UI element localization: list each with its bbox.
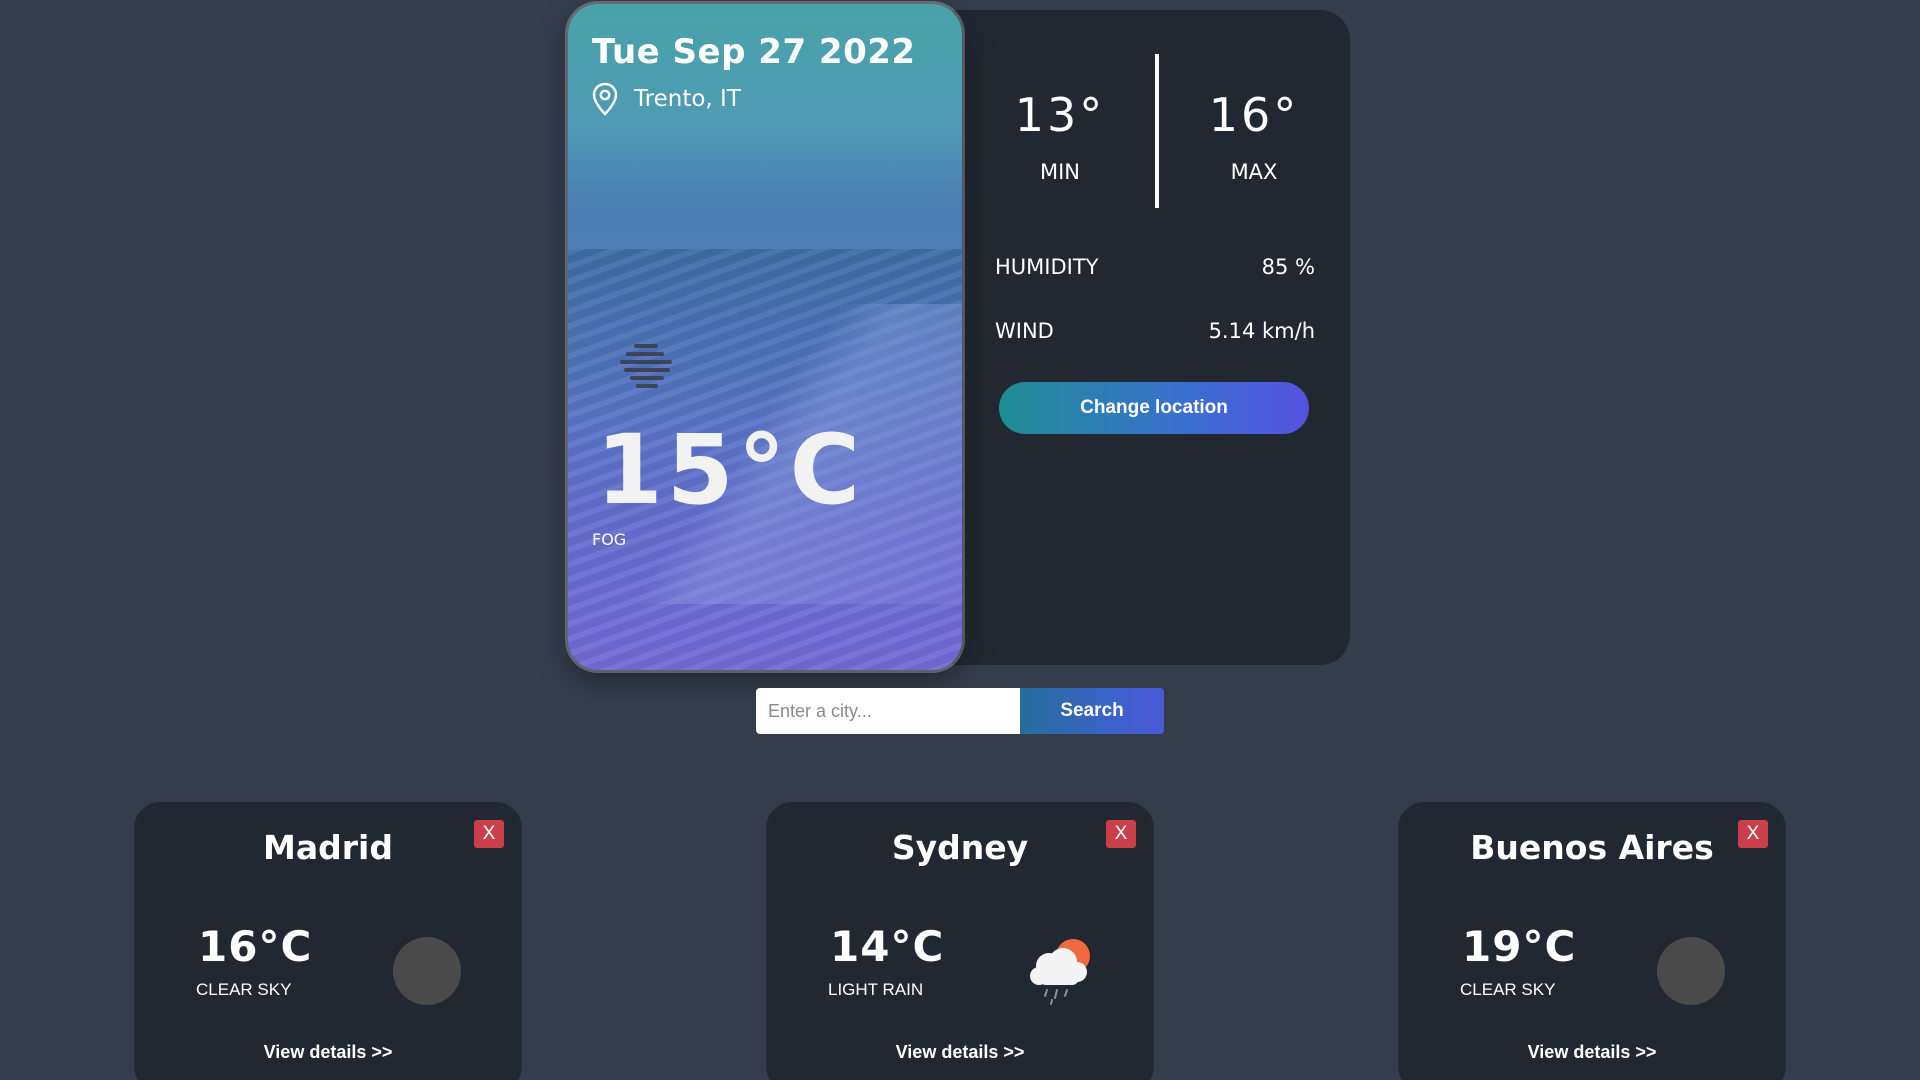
- change-location-button[interactable]: Change location: [999, 382, 1309, 434]
- city-card-buenos-aires: Buenos Aires X 19°C CLEAR SKY View detai…: [1398, 802, 1786, 1080]
- wind-value: 5.14 km/h: [1208, 319, 1315, 343]
- light-rain-icon: [1030, 939, 1090, 1005]
- view-details-link[interactable]: View details >>: [766, 1042, 1154, 1063]
- current-weather-card: Tue Sep 27 2022 Trento, IT 15°C FOG: [568, 4, 962, 670]
- remove-city-button[interactable]: X: [1738, 820, 1768, 848]
- weather-app: Tue Sep 27 2022 Trento, IT 15°C FOG 13° …: [0, 0, 1920, 1080]
- city-name: Sydney: [891, 828, 1029, 867]
- city-name: Buenos Aires: [1470, 828, 1714, 867]
- location-label: Trento, IT: [634, 86, 741, 112]
- max-temperature-value: 16°: [1208, 88, 1300, 142]
- city-temperature: 16°C: [198, 922, 313, 971]
- humidity-value: 85 %: [1261, 255, 1315, 279]
- city-search-input[interactable]: [756, 688, 1020, 734]
- clear-sky-icon: [1657, 937, 1725, 1005]
- search-bar: Search: [756, 688, 1164, 734]
- city-temperature: 19°C: [1462, 922, 1577, 971]
- humidity-label: HUMIDITY: [995, 255, 1099, 279]
- location-pin-icon: [592, 82, 618, 116]
- city-description: CLEAR SKY: [1460, 980, 1556, 999]
- city-description: CLEAR SKY: [196, 980, 292, 999]
- current-description: FOG: [592, 530, 627, 549]
- min-temperature-label: MIN: [1039, 160, 1081, 184]
- humidity-row: HUMIDITY 85 %: [995, 255, 1315, 279]
- search-button[interactable]: Search: [1020, 688, 1164, 734]
- remove-city-button[interactable]: X: [1106, 820, 1136, 848]
- view-details-link[interactable]: View details >>: [134, 1042, 522, 1063]
- city-description: LIGHT RAIN: [828, 980, 924, 999]
- wind-row: WIND 5.14 km/h: [995, 319, 1315, 343]
- min-temperature-value: 13°: [1014, 88, 1106, 142]
- view-details-link[interactable]: View details >>: [1398, 1042, 1786, 1063]
- city-card-madrid: Madrid X 16°C CLEAR SKY View details >>: [134, 802, 522, 1080]
- max-temperature-label: MAX: [1230, 160, 1278, 184]
- current-temperature: 15°C: [596, 414, 865, 526]
- current-location: Trento, IT: [592, 82, 741, 116]
- min-temperature: 13° MIN: [980, 88, 1140, 184]
- minmax-divider: [1155, 54, 1159, 208]
- city-name: Madrid: [263, 828, 393, 867]
- clear-sky-icon: [393, 937, 461, 1005]
- wind-label: WIND: [995, 319, 1054, 343]
- current-date: Tue Sep 27 2022: [592, 32, 916, 72]
- max-temperature: 16° MAX: [1174, 88, 1334, 184]
- city-temperature: 14°C: [830, 922, 945, 971]
- city-card-sydney: Sydney X 14°C LIGHT RAIN View details >>: [766, 802, 1154, 1080]
- fog-icon: [620, 344, 672, 388]
- remove-city-button[interactable]: X: [474, 820, 504, 848]
